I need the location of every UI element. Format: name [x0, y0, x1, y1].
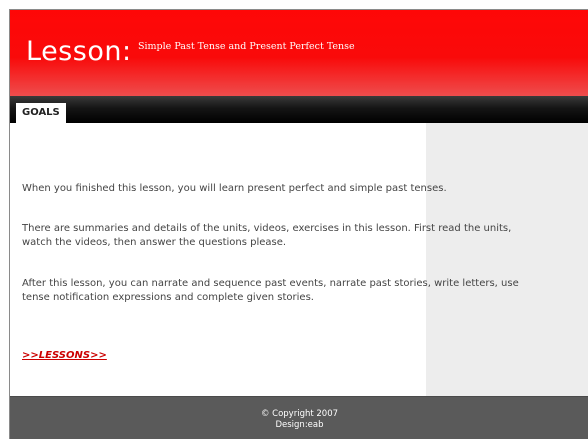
- goals-paragraph-3: After this lesson, you can narrate and s…: [22, 277, 588, 305]
- goals-paragraph-1: When you finished this lesson, you will …: [22, 182, 588, 196]
- lesson-title: Lesson:: [26, 36, 132, 67]
- tab-goals[interactable]: GOALS: [16, 103, 66, 123]
- goals-paragraph-1-text: When you finished this lesson, you will …: [22, 183, 447, 194]
- goals-paragraph-2-line-1: There are summaries and details of the u…: [22, 223, 512, 234]
- footer-design-credit: Design:eab: [275, 420, 324, 430]
- nav-bar: GOALS: [10, 96, 588, 123]
- lessons-link[interactable]: >>LESSONS>>: [22, 349, 107, 363]
- goals-paragraph-2: There are summaries and details of the u…: [22, 222, 588, 250]
- goals-paragraph-3-line-2: tense notification expressions and compl…: [22, 292, 314, 303]
- lesson-subtitle: Simple Past Tense and Present Perfect Te…: [138, 41, 355, 52]
- goals-paragraph-3-line-1: After this lesson, you can narrate and s…: [22, 278, 519, 289]
- content-area: When you finished this lesson, you will …: [10, 123, 588, 396]
- goals-paragraph-2-line-2: watch the videos, then answer the questi…: [22, 237, 287, 248]
- site-header: Lesson: Simple Past Tense and Present Pe…: [10, 10, 588, 96]
- page: Lesson: Simple Past Tense and Present Pe…: [0, 0, 588, 439]
- right-sidebar: [426, 123, 588, 396]
- footer-copyright: © Copyright 2007: [260, 409, 339, 419]
- site-footer: © Copyright 2007 Design:eab: [10, 396, 588, 439]
- site-frame: Lesson: Simple Past Tense and Present Pe…: [9, 9, 588, 439]
